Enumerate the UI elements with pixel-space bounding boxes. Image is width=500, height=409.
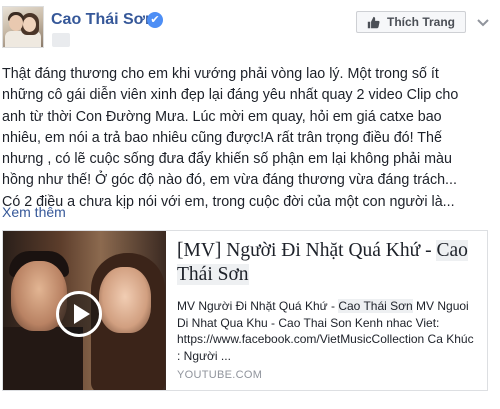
thumbs-up-icon (367, 16, 380, 29)
video-thumbnail[interactable] (3, 231, 166, 390)
post-line: Có 2 điều a chưa kịp nói với em, trong c… (2, 193, 455, 210)
page-avatar[interactable] (2, 6, 44, 48)
post-line: nhiêu, em nói a trả bao nhiêu cũng được!… (2, 129, 442, 146)
play-icon[interactable] (56, 291, 102, 337)
like-page-button[interactable]: Thích Trang (356, 11, 466, 33)
post-line: nhưng , có lẽ cuộc sống đưa đẩy khiến số… (2, 151, 452, 168)
like-page-label: Thích Trang (387, 15, 456, 29)
shared-link-card[interactable]: [MV] Người Đi Nhặt Quá Khứ - Cao Thái Sơ… (2, 230, 488, 391)
see-more-link[interactable]: Xem thêm (2, 204, 66, 220)
link-desc-highlight: Cao Thái Sơn (338, 299, 413, 313)
link-description: MV Người Đi Nhặt Quá Khứ - Cao Thái Sơn … (177, 298, 477, 364)
facebook-post: Cao Thái Sơn ✔ Thích Trang Thật đáng thư… (0, 0, 500, 409)
post-line: Thật đáng thương cho em khi vướng phải v… (2, 66, 439, 82)
post-line: hồng như thế! Ở góc độ nào đó, em vừa đá… (2, 172, 457, 189)
link-title-text: [MV] Người Đi Nhặt Quá Khứ - (177, 240, 437, 261)
link-domain: YOUTUBE.COM (177, 369, 263, 381)
verified-badge-icon: ✔ (147, 12, 163, 28)
post-line: những cô gái diễn viên xinh đẹp lại đáng… (2, 87, 459, 104)
post-timestamp-redacted (52, 33, 70, 47)
link-desc-text: MV Người Đi Nhặt Quá Khứ - (177, 299, 339, 313)
page-name-link[interactable]: Cao Thái Sơn (51, 11, 155, 29)
post-line: anh từ thời Con Đường Mưa. Lúc mời em qu… (2, 108, 442, 125)
post-message: Thật đáng thương cho em khi vướng phải v… (2, 64, 494, 213)
post-menu-chevron-down-icon[interactable] (472, 10, 494, 34)
link-title[interactable]: [MV] Người Đi Nhặt Quá Khứ - Cao Thái Sơ… (177, 239, 482, 287)
